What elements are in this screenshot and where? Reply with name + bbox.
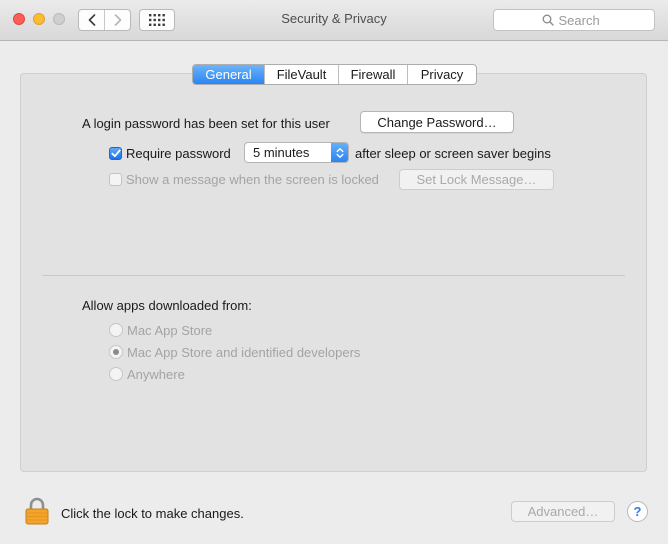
lock-message: Click the lock to make changes. [61, 506, 244, 521]
radio-anywhere-label: Anywhere [127, 367, 185, 382]
tab-privacy[interactable]: Privacy [407, 65, 476, 84]
show-all-button[interactable] [139, 9, 175, 31]
require-password-suffix: after sleep or screen saver begins [355, 146, 551, 161]
select-arrows [331, 143, 348, 162]
grid-icon [149, 14, 165, 26]
back-forward-group [78, 9, 131, 31]
close-button[interactable] [13, 13, 25, 25]
radio-mac-app-store-label: Mac App Store [127, 323, 213, 338]
radio-anywhere[interactable] [109, 367, 123, 381]
change-password-button[interactable]: Change Password… [360, 111, 514, 133]
require-password-checkbox[interactable] [109, 147, 122, 160]
search-input[interactable] [558, 12, 607, 28]
require-password-label: Require password [126, 146, 231, 161]
radio-identified-developers[interactable] [109, 345, 123, 359]
tab-bar: General FileVault Firewall Privacy [192, 64, 477, 85]
radio-identified-developers-label: Mac App Store and identified developers [127, 345, 361, 360]
radio-mac-app-store[interactable] [109, 323, 123, 337]
checkmark-icon [110, 149, 121, 158]
radio-selected-dot [113, 349, 119, 355]
set-lock-message-button[interactable]: Set Lock Message… [399, 169, 554, 190]
chevron-left-icon [88, 14, 95, 26]
login-password-label: A login password has been set for this u… [82, 116, 330, 131]
show-message-label: Show a message when the screen is locked [126, 172, 379, 187]
zoom-button[interactable] [53, 13, 65, 25]
allow-apps-heading: Allow apps downloaded from: [82, 298, 252, 313]
password-delay-select[interactable]: 5 minutes [244, 142, 349, 163]
tab-filevault[interactable]: FileVault [264, 65, 338, 84]
tab-general[interactable]: General [193, 65, 264, 84]
advanced-button[interactable]: Advanced… [511, 501, 615, 522]
up-down-arrows-icon [336, 147, 343, 158]
section-divider [42, 275, 625, 276]
tab-firewall[interactable]: Firewall [338, 65, 407, 84]
minimize-button[interactable] [33, 13, 45, 25]
show-message-checkbox[interactable] [109, 173, 122, 186]
window-title: Security & Privacy [281, 11, 387, 26]
search-icon [542, 14, 554, 26]
search-field[interactable] [493, 9, 655, 31]
password-delay-value: 5 minutes [253, 145, 310, 160]
security-privacy-window: Security & Privacy General FileVault Fir… [0, 0, 668, 544]
settings-panel [20, 73, 647, 472]
back-button[interactable] [79, 10, 104, 30]
titlebar: Security & Privacy [0, 0, 668, 41]
help-button[interactable]: ? [627, 501, 648, 522]
lock-icon[interactable] [25, 497, 49, 525]
chevron-right-icon [114, 14, 121, 26]
forward-button[interactable] [104, 10, 130, 30]
